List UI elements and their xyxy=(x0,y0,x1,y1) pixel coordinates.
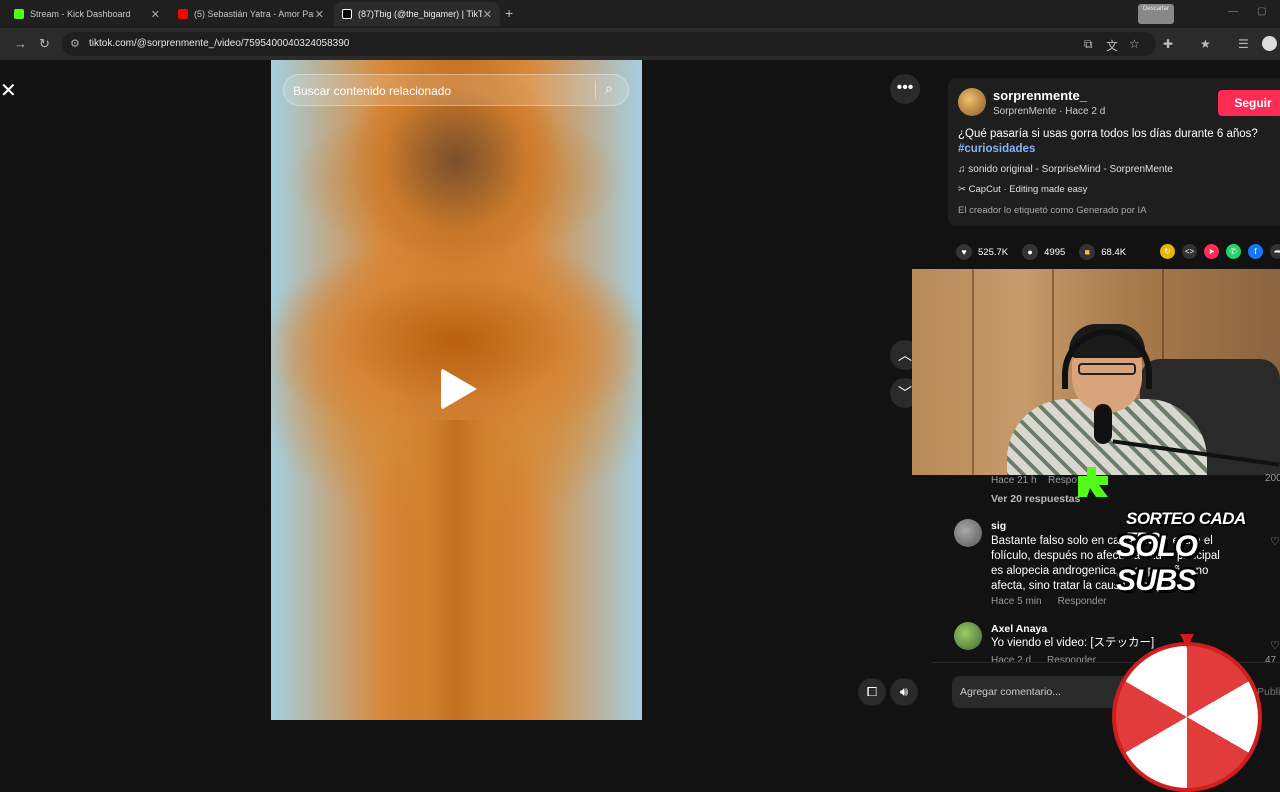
new-tab-button[interactable]: + xyxy=(505,5,513,21)
author-subtitle: SorprenMente · Hace 2 d xyxy=(993,106,1106,117)
reload-icon[interactable]: ↻ xyxy=(39,36,50,52)
publish-button[interactable]: Publicar xyxy=(1257,686,1280,698)
translate-icon[interactable]: 文 xyxy=(1106,37,1118,54)
author-name[interactable]: sorprenmente_ xyxy=(993,88,1087,103)
tab-title: (87)Tbig (@the_bigamer) | TikTo xyxy=(358,9,482,19)
reply-link[interactable]: Responder xyxy=(1058,596,1107,607)
tiktok-favicon-icon xyxy=(342,9,352,19)
video-player[interactable]: ⌕ xyxy=(271,60,642,720)
follow-button[interactable]: Seguir xyxy=(1218,90,1280,116)
forward-icon[interactable]: → xyxy=(14,36,27,51)
music-link[interactable]: ♫ sonido original - SorpriseMind - Sorpr… xyxy=(958,164,1173,175)
comment-avatar[interactable] xyxy=(954,519,982,547)
comment-user[interactable]: sig xyxy=(991,520,1006,532)
tab-title: (5) Sebastián Yatra - Amor Pasa xyxy=(194,9,314,19)
bookmark-star-icon[interactable]: ☆ xyxy=(1129,37,1140,51)
facebook-icon[interactable]: f xyxy=(1248,244,1263,259)
floating-player-icon[interactable]: ⧠ xyxy=(858,678,886,706)
extensions-icon[interactable]: ✚ xyxy=(1163,37,1173,51)
maximize-icon[interactable]: ▢ xyxy=(1257,6,1266,17)
embed-icon[interactable]: <> xyxy=(1182,244,1197,259)
tab-tiktok[interactable]: (87)Tbig (@the_bigamer) | TikTo ✕ xyxy=(334,2,500,26)
minimize-icon[interactable]: — xyxy=(1228,6,1238,17)
wheel-pointer-icon xyxy=(1180,634,1194,648)
omnibox[interactable]: ⚙ tiktok.com/@sorprenmente_/video/759540… xyxy=(62,32,1156,56)
capcut-icon: ✂ xyxy=(958,184,969,195)
hashtag-link[interactable]: #curiosidades xyxy=(958,143,1035,155)
close-video-icon[interactable]: ✕ xyxy=(0,78,17,103)
like-count: 200 xyxy=(1265,473,1280,484)
volume-icon[interactable]: 🔊︎ xyxy=(890,678,918,706)
close-tab-icon[interactable]: ✕ xyxy=(151,8,160,21)
comment-avatar[interactable] xyxy=(954,622,982,650)
tab-youtube[interactable]: (5) Sebastián Yatra - Amor Pasa ✕ xyxy=(170,2,332,26)
tab-title: Stream - Kick Dashboard xyxy=(30,9,131,19)
actions-row: ♥ 525.7K ● 4995 ■ 68.4K xyxy=(956,242,1140,262)
author-avatar[interactable] xyxy=(958,88,986,116)
url-text[interactable]: tiktok.com/@sorprenmente_/video/75954000… xyxy=(89,38,349,49)
related-search-box[interactable]: ⌕ xyxy=(283,74,629,106)
comment-button[interactable]: ● 4995 xyxy=(1022,244,1065,260)
heart-icon: ♥ xyxy=(956,244,972,260)
comment-user[interactable]: Axel Anaya xyxy=(991,623,1047,635)
tooltip: Descartar xyxy=(1138,4,1174,24)
save-button[interactable]: ■ 68.4K xyxy=(1079,244,1126,260)
site-info-icon[interactable]: ⚙ xyxy=(70,37,80,50)
comment-icon: ● xyxy=(1022,244,1039,260)
reading-list-icon[interactable]: ☰ xyxy=(1238,37,1249,51)
tab-kick-dashboard[interactable]: Stream - Kick Dashboard ✕ xyxy=(6,2,168,26)
comment-heart-icon[interactable]: ♡ xyxy=(1270,639,1280,652)
bookmark-icon: ■ xyxy=(1079,244,1096,260)
capcut-link[interactable]: ✂ CapCut · Editing made easy xyxy=(958,184,1087,195)
address-bar: → ↻ ⚙ tiktok.com/@sorprenmente_/video/75… xyxy=(0,28,1280,60)
repost-icon[interactable]: ↻ xyxy=(1160,244,1175,259)
prize-wheel xyxy=(1112,642,1262,792)
search-icon[interactable]: ⌕ xyxy=(605,80,613,97)
close-tab-icon[interactable]: ✕ xyxy=(483,8,492,21)
more-options-button[interactable]: ••• xyxy=(890,74,920,104)
profile-avatar[interactable] xyxy=(1262,36,1277,51)
overlay-solo-subs-text: SOLO SUBS xyxy=(1116,530,1198,597)
install-app-icon[interactable]: ⧉ xyxy=(1084,37,1093,52)
share-row: ↻ <> ➤ ✆ f ➦ xyxy=(1160,244,1280,259)
browser-tab-bar: Stream - Kick Dashboard ✕ (5) Sebastián … xyxy=(0,0,1280,28)
music-note-icon: ♫ xyxy=(958,164,969,175)
comment-meta: Hace 5 min Responder xyxy=(991,596,1107,607)
play-icon[interactable] xyxy=(441,368,477,410)
close-tab-icon[interactable]: ✕ xyxy=(315,8,324,21)
view-replies-link[interactable]: Ver 20 respuestas xyxy=(991,493,1080,505)
ai-label: El creador lo etiquetó como Generado por… xyxy=(958,205,1147,216)
like-button[interactable]: ♥ 525.7K xyxy=(956,244,1008,260)
whatsapp-icon[interactable]: ✆ xyxy=(1226,244,1241,259)
post-info-card: sorprenmente_ SorprenMente · Hace 2 d Se… xyxy=(948,78,1280,226)
reply-link[interactable]: Respo xyxy=(1048,475,1077,486)
post-description: ¿Qué pasaría si usas gorra todos los día… xyxy=(958,128,1258,140)
bookmarks-icon[interactable]: ★ xyxy=(1200,37,1211,51)
kick-favicon-icon xyxy=(14,9,24,19)
comment-time: Hace 21 h xyxy=(991,475,1037,486)
youtube-favicon-icon xyxy=(178,9,188,19)
related-search-input[interactable] xyxy=(293,81,593,101)
send-icon[interactable]: ➤ xyxy=(1204,244,1219,259)
tiktok-page: ✕ ⌕ ••• ︿ ﹀ ⧠ 🔊︎ sorprenmente_ SorprenMe… xyxy=(0,60,1280,720)
share-more-icon[interactable]: ➦ xyxy=(1270,244,1280,259)
streamer-webcam xyxy=(912,269,1280,475)
